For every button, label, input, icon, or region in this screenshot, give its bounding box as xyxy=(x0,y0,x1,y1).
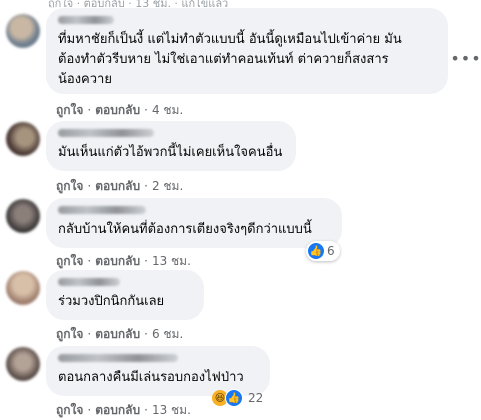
author-name[interactable] xyxy=(58,16,114,24)
comment-text: ร่วมวงปิกนิกกันเลย xyxy=(58,294,165,309)
comment-text: ที่มหาชัยก็เป็นงี้ แต่ไม่ทำตัวแบบนี้ อัน… xyxy=(58,32,402,87)
comment-actions: ถูกใจ · ตอบกลับ · 4 ชม. xyxy=(56,101,183,120)
reply-button[interactable]: ตอบกลับ xyxy=(95,325,140,344)
reply-button[interactable]: ตอบกลับ xyxy=(95,101,140,120)
comment-actions: ถูกใจ · ตอบกลับ · 13 ชม. xyxy=(56,252,191,271)
timestamp[interactable]: 13 ชม. xyxy=(152,401,191,420)
like-button[interactable]: ถูกใจ xyxy=(56,325,83,344)
comment-text: กลับบ้านให้คนที่ต้องการเตียงจริงๆดีกว่าแ… xyxy=(58,222,312,237)
like-button[interactable]: ถูกใจ xyxy=(56,101,83,120)
avatar[interactable] xyxy=(6,199,40,233)
reaction-summary[interactable]: 😆 👍 22 xyxy=(212,389,263,407)
reaction-summary[interactable]: 👍 6 xyxy=(306,241,340,261)
timestamp[interactable]: 4 ชม. xyxy=(152,101,183,120)
avatar[interactable] xyxy=(6,122,40,156)
reply-button[interactable]: ตอบกลับ xyxy=(95,401,140,420)
like-button[interactable]: ถูกใจ xyxy=(56,401,83,420)
reaction-count: 6 xyxy=(327,244,335,258)
comment-text: ตอนกลางคืนมีเล่นรอบกองไฟป่าว xyxy=(58,370,244,385)
comment-actions: ถูกใจ · ตอบกลับ · 6 ชม. xyxy=(56,325,183,344)
more-horizontal-icon: ••• xyxy=(450,48,481,68)
like-button[interactable]: ถูกใจ xyxy=(56,252,83,271)
comment-bubble: ที่มหาชัยก็เป็นงี้ แต่ไม่ทำตัวแบบนี้ อัน… xyxy=(46,8,448,94)
reply-button[interactable]: ตอบกลับ xyxy=(95,252,140,271)
comment-bubble: กลับบ้านให้คนที่ต้องการเตียงจริงๆดีกว่าแ… xyxy=(46,198,342,248)
avatar[interactable] xyxy=(6,347,40,381)
like-button[interactable]: ถูกใจ xyxy=(56,177,83,196)
reaction-count: 22 xyxy=(248,391,264,405)
author-name[interactable] xyxy=(58,129,154,137)
comment-bubble: ร่วมวงปิกนิกกันเลย xyxy=(46,270,204,320)
like-reaction-icon: 👍 xyxy=(225,389,243,407)
comment-actions: ถูกใจ · ตอบกลับ · 13 ชม. xyxy=(56,401,191,420)
author-name[interactable] xyxy=(58,206,146,214)
like-reaction-icon: 👍 xyxy=(308,243,324,259)
avatar[interactable] xyxy=(6,271,40,305)
comment-actions: ถูกใจ · ตอบกลับ · 2 ชม. xyxy=(56,177,183,196)
timestamp[interactable]: 13 ชม. xyxy=(152,252,191,271)
avatar[interactable] xyxy=(6,14,40,48)
timestamp[interactable]: 2 ชม. xyxy=(152,177,183,196)
more-options-button[interactable]: ••• xyxy=(450,44,481,72)
reply-button[interactable]: ตอบกลับ xyxy=(95,177,140,196)
timestamp[interactable]: 6 ชม. xyxy=(152,325,183,344)
author-name[interactable] xyxy=(58,354,178,362)
author-name[interactable] xyxy=(58,278,120,286)
previous-comment-meta: ถูกใจ · ตอบกลับ · 13 ชม. · แก้ไขแล้ว xyxy=(48,0,229,8)
comment-text: มันเห็นแก่ตัวไอ้พวกนี้ไม่เคยเห็นใจคนอื่น xyxy=(58,145,283,160)
comment-bubble: มันเห็นแก่ตัวไอ้พวกนี้ไม่เคยเห็นใจคนอื่น xyxy=(46,121,296,171)
